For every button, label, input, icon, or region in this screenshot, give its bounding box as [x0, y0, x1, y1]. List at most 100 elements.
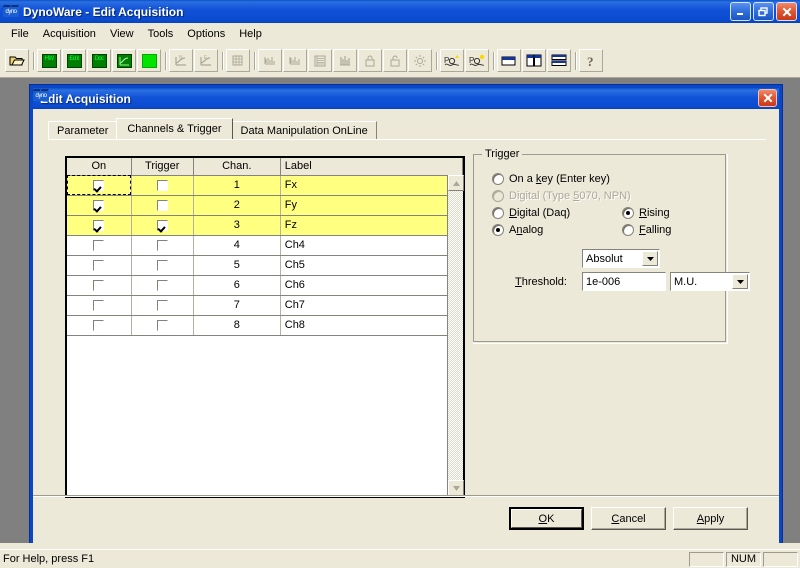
- trigger-mode-combo[interactable]: Absolut: [582, 249, 660, 268]
- curve-e-icon: E: [200, 55, 211, 66]
- cell-label[interactable]: Fz: [280, 215, 463, 236]
- close-button[interactable]: [776, 2, 797, 21]
- scroll-down-arrow-icon[interactable]: [448, 480, 464, 496]
- cursor-b-button[interactable]: P: [465, 49, 489, 72]
- trigger-unit-combo[interactable]: M.U.: [670, 272, 750, 291]
- cell-on[interactable]: [67, 195, 132, 216]
- checkbox-on[interactable]: [93, 239, 105, 251]
- checkbox-trigger[interactable]: [156, 259, 168, 271]
- document-button[interactable]: Doc: [87, 49, 111, 72]
- checkbox-on[interactable]: [93, 199, 105, 211]
- menu-view[interactable]: View: [103, 26, 141, 42]
- radio-button-icon[interactable]: [622, 224, 634, 236]
- edit-acquisition-button[interactable]: Ed it: [62, 49, 86, 72]
- window-tile-vertical-button[interactable]: [522, 49, 546, 72]
- cell-trigger[interactable]: [131, 175, 194, 196]
- radio-falling[interactable]: Falling: [622, 224, 671, 236]
- threshold-input[interactable]: 1e-006: [582, 272, 666, 291]
- checkbox-trigger[interactable]: [156, 279, 168, 291]
- radio-on-a-key[interactable]: On a key (Enter key): [492, 173, 610, 185]
- menu-options[interactable]: Options: [180, 26, 232, 42]
- window-tile-horizontal-button[interactable]: [547, 49, 571, 72]
- apply-button[interactable]: Apply: [673, 507, 748, 530]
- column-header-on[interactable]: On: [67, 158, 132, 176]
- chevron-down-icon[interactable]: [642, 251, 658, 266]
- cell-label[interactable]: Fy: [280, 195, 463, 216]
- column-header-label[interactable]: Label: [280, 158, 464, 176]
- cell-trigger[interactable]: [131, 295, 194, 316]
- help-button[interactable]: ?: [579, 49, 603, 72]
- dialog-close-button[interactable]: [758, 89, 777, 107]
- cell-trigger[interactable]: [131, 215, 194, 236]
- restore-button[interactable]: [753, 2, 774, 21]
- cell-label[interactable]: Ch4: [280, 235, 463, 256]
- cell-on[interactable]: [67, 215, 132, 236]
- radio-button-icon[interactable]: [492, 173, 504, 185]
- cell-label[interactable]: Ch5: [280, 255, 463, 276]
- checkbox-on[interactable]: [93, 279, 105, 291]
- cell-trigger[interactable]: [131, 275, 194, 296]
- checkbox-on[interactable]: [93, 219, 105, 231]
- table-row[interactable]: 1 Fx: [67, 175, 463, 196]
- start-button[interactable]: [137, 49, 161, 72]
- checkbox-on[interactable]: [93, 319, 105, 331]
- cell-trigger[interactable]: [131, 255, 194, 276]
- graph-button[interactable]: [112, 49, 136, 72]
- radio-rising[interactable]: Rising: [622, 207, 670, 219]
- table-row[interactable]: 2 Fy: [67, 195, 463, 216]
- checkbox-trigger[interactable]: [156, 219, 168, 231]
- scrollbar-track[interactable]: [448, 191, 463, 480]
- menu-tools[interactable]: Tools: [141, 26, 181, 42]
- checkbox-trigger[interactable]: [156, 199, 168, 211]
- checkbox-trigger[interactable]: [156, 299, 168, 311]
- cell-trigger[interactable]: [131, 235, 194, 256]
- checkbox-trigger[interactable]: [156, 239, 168, 251]
- radio-button-icon[interactable]: [492, 224, 504, 236]
- cell-on[interactable]: [67, 275, 132, 296]
- menu-file[interactable]: File: [4, 26, 36, 42]
- tab-data-manipulation-online[interactable]: Data Manipulation OnLine: [231, 121, 377, 139]
- table-row[interactable]: 8 Ch8: [67, 315, 463, 336]
- cell-on[interactable]: [67, 235, 132, 256]
- radio-button-icon[interactable]: [492, 207, 504, 219]
- checkbox-on[interactable]: [93, 299, 105, 311]
- checkbox-on[interactable]: [93, 179, 105, 191]
- cell-on[interactable]: [67, 255, 132, 276]
- cursor-a-button[interactable]: P: [440, 49, 464, 72]
- cell-label[interactable]: Fx: [280, 175, 463, 196]
- radio-button-icon[interactable]: [622, 207, 634, 219]
- menu-help[interactable]: Help: [232, 26, 269, 42]
- cell-on[interactable]: [67, 175, 132, 196]
- checkbox-trigger[interactable]: [156, 179, 168, 191]
- cell-on[interactable]: [67, 295, 132, 316]
- window-cascade-button[interactable]: [497, 49, 521, 72]
- table-row[interactable]: 3 Fz: [67, 215, 463, 236]
- scroll-up-arrow-icon[interactable]: [448, 175, 464, 191]
- table-row[interactable]: 7 Ch7: [67, 295, 463, 316]
- column-header-trigger[interactable]: Trigger: [131, 158, 194, 176]
- menu-acquisition[interactable]: Acquisition: [36, 26, 103, 42]
- table-row[interactable]: 5 Ch5: [67, 255, 463, 276]
- tab-channels-trigger[interactable]: Channels & Trigger: [116, 118, 233, 139]
- cell-trigger[interactable]: [131, 315, 194, 336]
- ok-button[interactable]: OK: [509, 507, 584, 530]
- cancel-button[interactable]: Cancel: [591, 507, 666, 530]
- tab-parameter[interactable]: Parameter: [48, 121, 118, 139]
- cell-label[interactable]: Ch6: [280, 275, 463, 296]
- table-row[interactable]: 6 Ch6: [67, 275, 463, 296]
- cell-label[interactable]: Ch7: [280, 295, 463, 316]
- minimize-button[interactable]: [730, 2, 751, 21]
- cell-trigger[interactable]: [131, 195, 194, 216]
- column-header-chan[interactable]: Chan.: [193, 158, 281, 176]
- cell-label[interactable]: Ch8: [280, 315, 463, 336]
- radio-analog[interactable]: Analog: [492, 224, 543, 236]
- checkbox-trigger[interactable]: [156, 319, 168, 331]
- radio-digital-daq[interactable]: Digital (Daq): [492, 207, 570, 219]
- table-vertical-scrollbar[interactable]: [447, 175, 464, 496]
- hardware-button[interactable]: HW: [37, 49, 61, 72]
- checkbox-on[interactable]: [93, 259, 105, 271]
- chevron-down-icon[interactable]: [732, 274, 748, 289]
- cell-on[interactable]: [67, 315, 132, 336]
- open-file-button[interactable]: [5, 49, 29, 72]
- table-row[interactable]: 4 Ch4: [67, 235, 463, 256]
